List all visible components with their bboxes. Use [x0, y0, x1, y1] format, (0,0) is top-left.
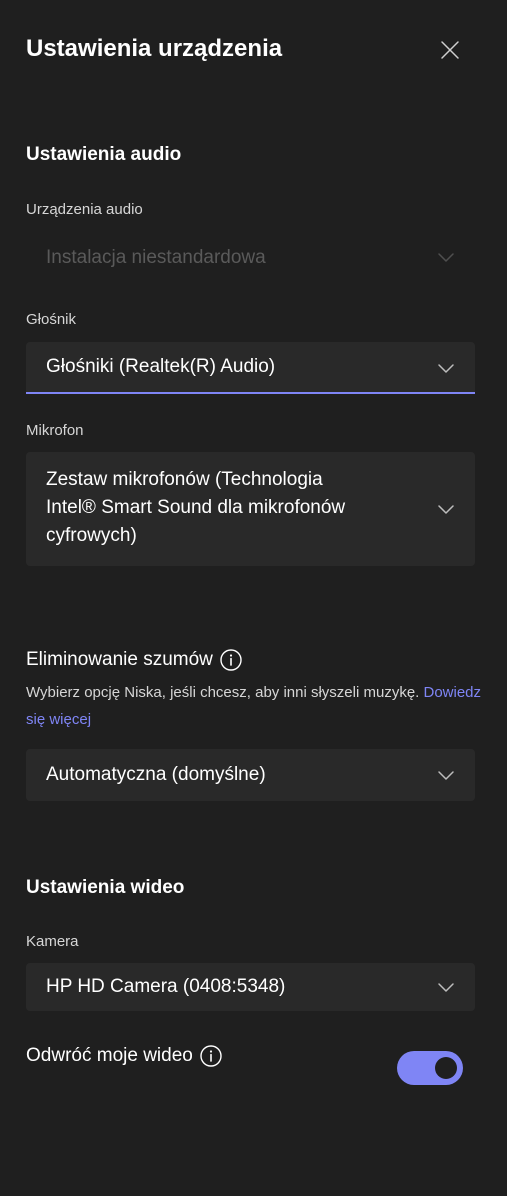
- camera-label: Kamera: [26, 933, 79, 950]
- noise-suppression-dropdown[interactable]: Automatyczna (domyślne): [26, 749, 475, 801]
- noise-suppression-value: Automatyczna (domyślne): [46, 764, 266, 785]
- microphone-value-line: Zestaw mikrofonów (Technologia: [46, 469, 323, 490]
- info-icon[interactable]: [219, 648, 243, 672]
- chevron-down-icon: [438, 771, 454, 780]
- camera-value: HP HD Camera (0408:5348): [46, 976, 286, 997]
- audio-devices-label: Urządzenia audio: [26, 201, 143, 218]
- info-icon[interactable]: [199, 1044, 223, 1068]
- mirror-video-label: Odwróć moje wideo: [26, 1045, 193, 1066]
- panel-header: Ustawienia urządzenia: [0, 0, 507, 100]
- audio-section-title: Ustawienia audio: [26, 144, 182, 165]
- microphone-value-line: Intel® Smart Sound dla mikrofonów: [46, 497, 346, 518]
- mirror-video-label-row: Odwróć moje wideo: [26, 1043, 223, 1069]
- speaker-value: Głośniki (Realtek(R) Audio): [46, 356, 276, 377]
- chevron-down-icon: [438, 253, 454, 262]
- mirror-video-toggle[interactable]: [397, 1051, 463, 1085]
- toggle-knob: [435, 1057, 457, 1079]
- chevron-down-icon: [438, 364, 454, 373]
- microphone-value: Zestaw mikrofonów (Technologia Intel® Sm…: [46, 466, 415, 550]
- speaker-label: Głośnik: [26, 311, 77, 328]
- noise-description-text: Wybierz opcję Niska, jeśli chcesz, aby i…: [26, 684, 420, 701]
- camera-dropdown[interactable]: HP HD Camera (0408:5348): [26, 963, 475, 1011]
- close-icon: [441, 41, 459, 59]
- noise-suppression-label: Eliminowanie szumów: [26, 649, 213, 670]
- noise-suppression-label-row: Eliminowanie szumów: [26, 647, 243, 673]
- microphone-label: Mikrofon: [26, 422, 84, 439]
- device-settings-panel: Ustawienia urządzenia Ustawienia audio U…: [0, 0, 507, 1196]
- chevron-down-icon: [438, 505, 454, 514]
- microphone-value-line: cyfrowych): [46, 525, 137, 546]
- speaker-dropdown[interactable]: Głośniki (Realtek(R) Audio): [26, 342, 475, 394]
- noise-suppression-description: Wybierz opcję Niska, jeśli chcesz, aby i…: [26, 679, 486, 733]
- audio-devices-value: Instalacja niestandardowa: [46, 247, 266, 268]
- close-button[interactable]: [430, 30, 470, 70]
- microphone-dropdown[interactable]: Zestaw mikrofonów (Technologia Intel® Sm…: [26, 452, 475, 566]
- chevron-down-icon: [438, 983, 454, 992]
- video-section-title: Ustawienia wideo: [26, 877, 185, 898]
- audio-devices-dropdown: Instalacja niestandardowa: [26, 236, 475, 280]
- panel-title: Ustawienia urządzenia: [26, 35, 283, 62]
